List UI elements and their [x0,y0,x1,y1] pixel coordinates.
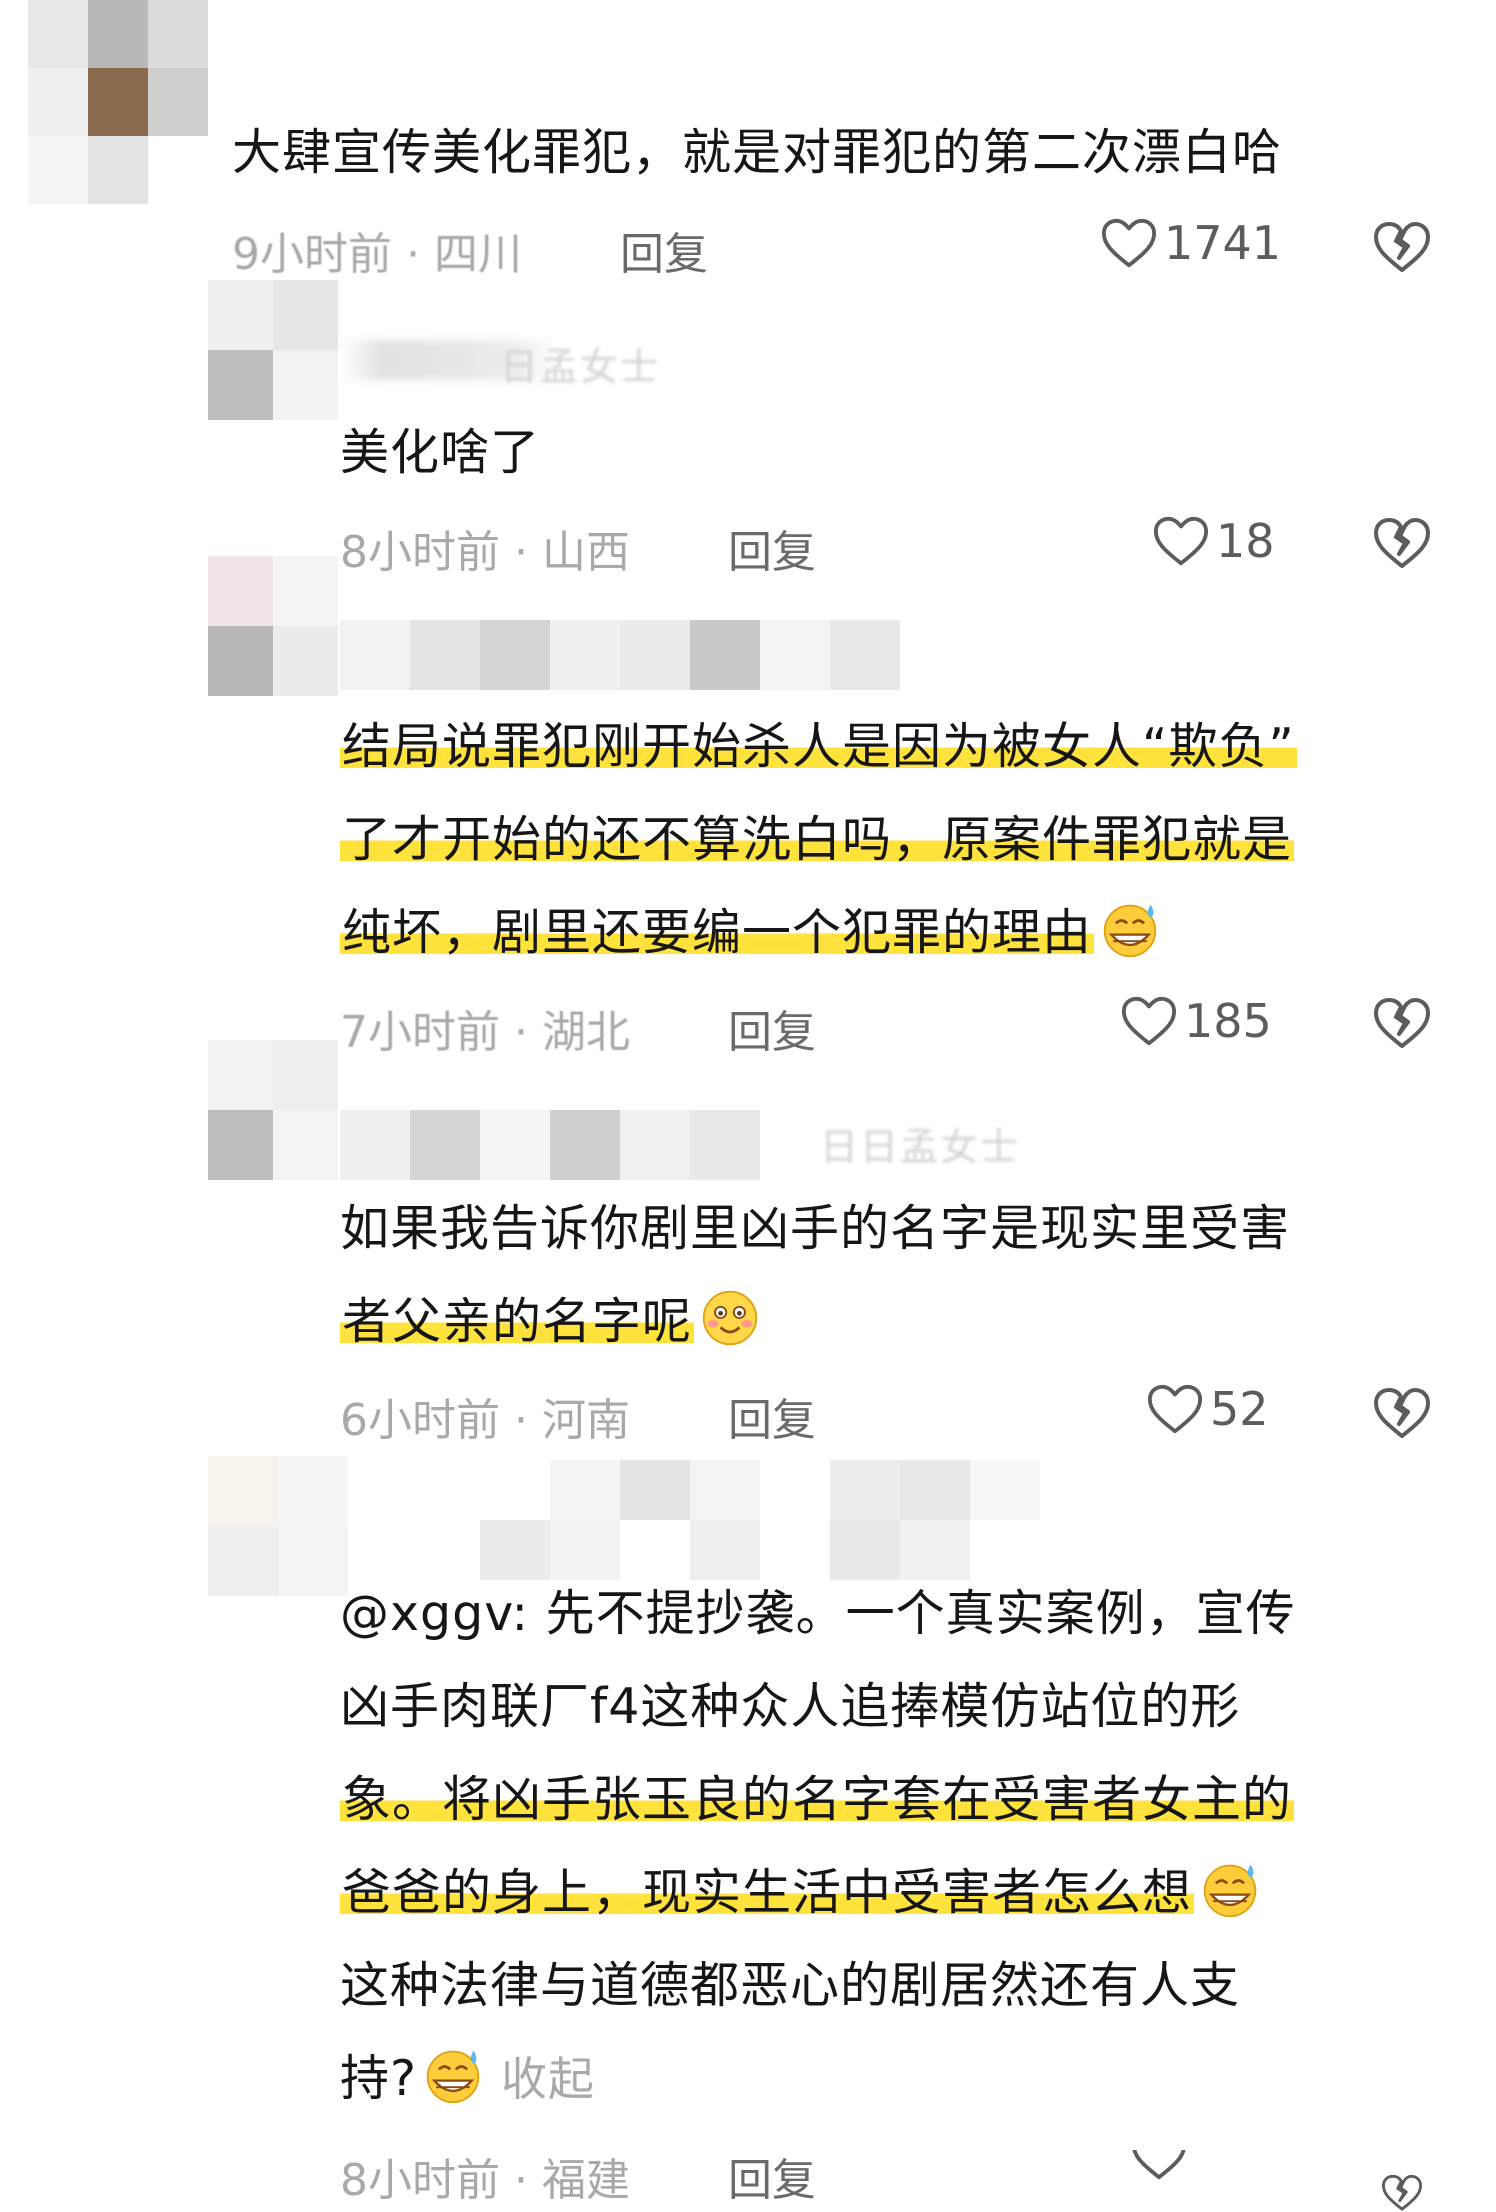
comment-text: 结局说罪犯刚开始杀人是因为被女人“欺负” 了才开始的还不算洗白吗，原案件罪犯就是… [340,700,1297,979]
comment-time: 8小时前 [340,527,500,578]
reply-button[interactable]: 回复 [728,2144,816,2208]
highlight: 纯坏，剧里还要编一个犯罪的理由 [340,904,1095,961]
comment-location: 湖北 [541,1007,630,1058]
comment-location: 四川 [433,229,522,280]
comment-text: 美化啥了 [340,406,540,499]
grinning-sweat-emoji [1100,899,1160,959]
comment-location: 福建 [541,2155,630,2206]
comment-line: 结局说罪犯刚开始杀人是因为被女人“欺负” [340,700,1297,793]
like-count: 1741 [1164,216,1282,270]
avatar[interactable] [208,556,338,696]
broken-heart-icon[interactable] [1372,2172,1432,2212]
comment-time: 8小时前 [340,2155,500,2206]
heart-outline-icon [1100,216,1158,270]
comment-line: 纯坏，剧里还要编一个犯罪的理由 [340,886,1297,979]
comment-text: 如果我告诉你剧里凶手的名字是现实里受害 者父亲的名字呢 [340,1182,1290,1368]
reply-button[interactable]: 回复 [728,1384,816,1448]
like-count: 185 [1184,994,1272,1048]
comment-line: 如果我告诉你剧里凶手的名字是现实里受害 [340,1200,1291,1257]
blurred-username[interactable] [340,1110,760,1180]
comment-meta: 9小时前 · 四川 [232,218,522,282]
comment-time: 9小时前 [232,229,392,280]
like-button[interactable]: 52 [1146,1382,1269,1436]
heart-outline-icon [1120,994,1178,1048]
avatar[interactable] [28,0,208,205]
comment-line: 凶手肉联厂f4这种众人追捧模仿站位的形 [340,1678,1241,1735]
comment-line: 大肆宣传美化罪犯，就是对罪犯的第二次漂白哈 [232,124,1283,181]
comment-text: @xggv: 先不提抄袭。一个真实案例，宣传 凶手肉联厂f4这种众人追捧模仿站位… [340,1567,1296,2126]
like-button[interactable]: 18 [1152,514,1275,568]
broken-heart-icon[interactable] [1372,514,1432,570]
broken-heart-icon[interactable] [1372,1384,1432,1440]
highlight: 象。将凶手张玉良的名字套在受害者女主的 [340,1771,1295,1828]
meta-separator: · [500,2155,542,2206]
comment-text: 大肆宣传美化罪犯，就是对罪犯的第二次漂白哈 [232,118,1282,188]
comment-line: 这种法律与道德都恶心的剧居然还有人支 [340,1957,1241,2014]
comment-line: 持? 收起 [340,2032,1296,2126]
comment-meta: 7小时前 · 湖北 [340,996,630,1060]
broken-heart-icon[interactable] [1372,218,1432,274]
comment-line: 了才开始的还不算洗白吗，原案件罪犯就是 [340,793,1297,886]
heart-outline-icon [1130,2150,1188,2182]
reply-to-name: 日日孟女士 [820,1125,1021,1169]
comment-meta: 8小时前 · 山西 [340,516,630,580]
comment-location: 山西 [541,527,630,578]
heart-outline-icon [1146,1382,1204,1436]
comment-line: 美化啥了 [340,424,541,481]
like-count: 18 [1216,514,1275,568]
highlight: 结局说罪犯刚开始杀人是因为被女人“欺负” [340,718,1297,775]
smiling-blush-emoji [700,1288,760,1348]
highlight: 爸爸的身上，现实生活中受害者怎么想 [340,1864,1195,1921]
meta-separator: · [500,1395,542,1446]
avatar[interactable] [208,280,338,420]
reply-button[interactable]: 回复 [620,218,708,282]
avatar[interactable] [208,1456,348,1596]
comment-line-end: 持? [340,2050,418,2107]
reply-to-name: 日孟女士 [500,345,661,389]
collapse-button[interactable]: 收起 [501,2052,595,2106]
like-button[interactable]: 185 [1120,994,1272,1048]
blurred-username[interactable] [340,620,900,690]
comment-meta: 8小时前 · 福建 [340,2144,630,2208]
like-button[interactable]: 1741 [1100,216,1281,270]
comment-line: 象。将凶手张玉良的名字套在受害者女主的 [340,1753,1296,1846]
highlight: 了才开始的还不算洗白吗，原案件罪犯就是 [340,811,1295,868]
comment-meta: 6小时前 · 河南 [340,1384,630,1448]
grinning-sweat-emoji [1200,1859,1260,1919]
grinning-sweat-emoji [423,2045,483,2105]
comment-time: 6小时前 [340,1395,500,1446]
blurred-username[interactable] [480,1460,1040,1580]
reply-button[interactable]: 回复 [728,996,816,1060]
heart-outline-icon [1152,514,1210,568]
comment-line: @xggv: 先不提抄袭。一个真实案例，宣传 [340,1585,1296,1642]
broken-heart-icon[interactable] [1372,994,1432,1050]
comment-line: 爸爸的身上，现实生活中受害者怎么想 [340,1846,1296,1939]
meta-separator: · [392,229,434,280]
like-count: 52 [1210,1382,1269,1436]
reply-button[interactable]: 回复 [728,516,816,580]
comment-line: 者父亲的名字呢 [340,1275,1290,1368]
comment-time: 7小时前 [340,1007,500,1058]
comment-location: 河南 [541,1395,630,1446]
avatar[interactable] [208,1040,338,1180]
highlight: 者父亲的名字呢 [340,1293,695,1350]
meta-separator: · [500,1007,542,1058]
meta-separator: · [500,527,542,578]
